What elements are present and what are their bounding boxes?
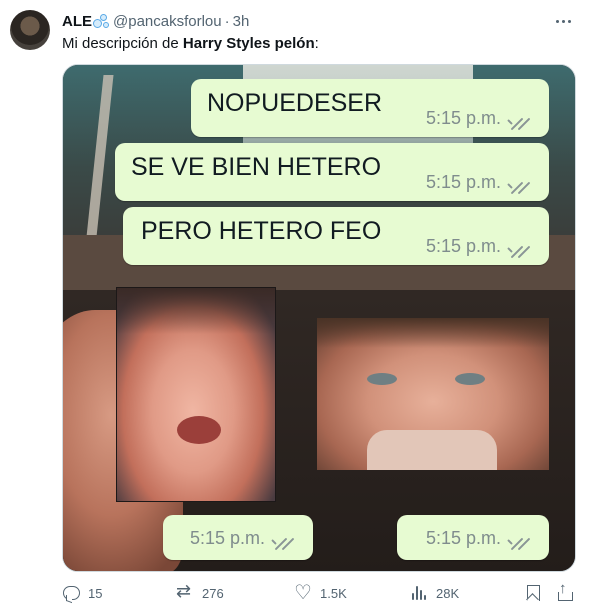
retweet-icon	[176, 581, 194, 602]
retweet-button[interactable]: 276	[176, 581, 224, 604]
heart-icon	[294, 580, 312, 605]
chat-bubble-2: SE VE BIEN HETERO 5:15 p.m.	[115, 143, 549, 201]
message-meta: 5:15 p.m.	[425, 172, 533, 194]
double-check-icon	[507, 532, 533, 550]
tweet-text-prefix: Mi descripción de	[62, 35, 183, 52]
avatar[interactable]	[10, 10, 50, 50]
tweet-time[interactable]: 3h	[233, 13, 250, 30]
bubbles-emoji-icon	[93, 13, 111, 29]
message-meta: 5:15 p.m.	[425, 528, 533, 550]
chat-bubble-4: 5:15 p.m.	[163, 515, 313, 560]
double-check-icon	[507, 240, 533, 258]
message-time: 5:15 p.m.	[425, 172, 501, 192]
author-handle[interactable]: @pancaksforlou	[113, 13, 222, 30]
bookmark-button[interactable]	[524, 582, 542, 604]
retweet-count: 276	[202, 585, 224, 601]
bookmark-icon	[524, 584, 542, 602]
tweet-text: Mi descripción de Harry Styles pelón:	[62, 34, 319, 54]
double-check-icon	[507, 112, 533, 130]
double-check-icon	[507, 176, 533, 194]
views-count: 28K	[436, 585, 460, 601]
share-button[interactable]	[556, 580, 574, 604]
tweet-media-image[interactable]: NOPUEDESER 5:15 p.m. SE VE BIEN HETERO 5…	[62, 64, 576, 572]
message-meta: 5:15 p.m.	[425, 236, 533, 258]
separator-dot: ·	[224, 12, 230, 30]
tweet-actions: 15 276 1.5K 28K	[62, 580, 576, 605]
chat-message: PERO HETERO FEO	[141, 217, 382, 245]
chat-bubble-5: 5:15 p.m.	[397, 515, 549, 560]
message-time: 5:15 p.m.	[189, 528, 265, 548]
message-meta: 5:15 p.m.	[425, 108, 533, 130]
message-time: 5:15 p.m.	[425, 528, 501, 548]
reply-icon	[62, 584, 80, 602]
tweet-header: ALE @pancaksforlou · 3h	[62, 11, 249, 31]
author-name[interactable]: ALE	[62, 13, 92, 30]
chat-bubble-1: NOPUEDESER 5:15 p.m.	[191, 79, 549, 137]
message-meta: 5:15 p.m.	[189, 528, 297, 550]
crying-man-photo	[317, 318, 549, 470]
like-count: 1.5K	[320, 585, 347, 601]
reply-button[interactable]: 15	[62, 582, 102, 604]
double-check-icon	[271, 532, 297, 550]
tweet-text-bold: Harry Styles pelón	[182, 35, 315, 52]
reply-count: 15	[88, 585, 103, 601]
chat-message: SE VE BIEN HETERO	[131, 153, 382, 181]
share-icon	[556, 580, 574, 602]
tweet-text-suffix: :	[314, 35, 319, 52]
like-button[interactable]: 1.5K	[294, 580, 347, 605]
crying-baby-photo	[116, 287, 276, 502]
message-time: 5:15 p.m.	[425, 108, 501, 128]
more-options-icon[interactable]	[554, 12, 574, 30]
chat-bubble-3: PERO HETERO FEO 5:15 p.m.	[123, 207, 549, 265]
bar-chart-icon	[410, 584, 428, 602]
message-time: 5:15 p.m.	[425, 236, 501, 256]
views-button[interactable]: 28K	[410, 582, 459, 604]
chat-message: NOPUEDESER	[207, 89, 383, 117]
